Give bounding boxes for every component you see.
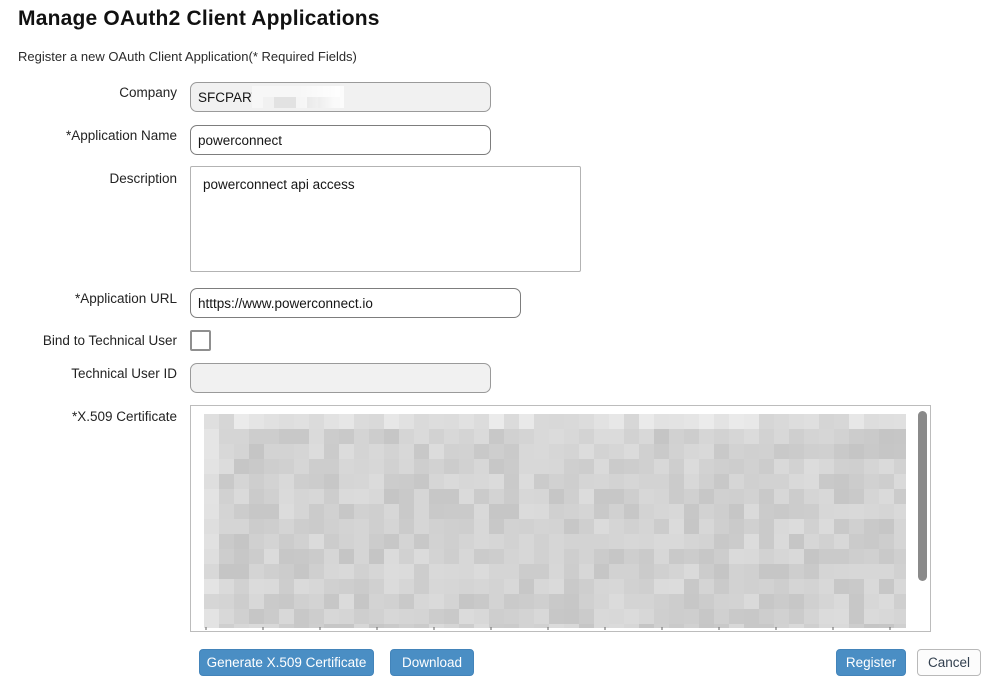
description-field[interactable] — [190, 166, 581, 272]
oauth2-client-registration-page: Manage OAuth2 Client Applications Regist… — [0, 0, 995, 698]
page-title: Manage OAuth2 Client Applications — [18, 7, 380, 31]
x509-certificate-text-remnants — [205, 627, 900, 630]
x509-certificate-field[interactable] — [190, 405, 931, 632]
technical-user-id-label: Technical User ID — [0, 366, 177, 381]
company-redaction-blur — [252, 86, 344, 108]
x509-certificate-redaction-blur — [204, 414, 906, 628]
x509-certificate-label: *X.509 Certificate — [0, 409, 177, 424]
bind-technical-user-checkbox[interactable] — [190, 330, 211, 351]
x509-certificate-scrollbar[interactable] — [918, 411, 927, 581]
generate-x509-certificate-button[interactable]: Generate X.509 Certificate — [199, 649, 374, 676]
application-name-field[interactable] — [190, 125, 491, 155]
register-button[interactable]: Register — [836, 649, 906, 676]
download-button[interactable]: Download — [390, 649, 474, 676]
application-name-label: *Application Name — [0, 128, 177, 143]
technical-user-id-field[interactable] — [190, 363, 491, 393]
application-url-field[interactable] — [190, 288, 521, 318]
description-label: Description — [0, 171, 177, 186]
application-url-label: *Application URL — [0, 291, 177, 306]
bind-technical-user-label: Bind to Technical User — [0, 333, 177, 348]
cancel-button[interactable]: Cancel — [917, 649, 981, 676]
company-label: Company — [0, 85, 177, 100]
page-subtitle: Register a new OAuth Client Application(… — [18, 49, 357, 64]
